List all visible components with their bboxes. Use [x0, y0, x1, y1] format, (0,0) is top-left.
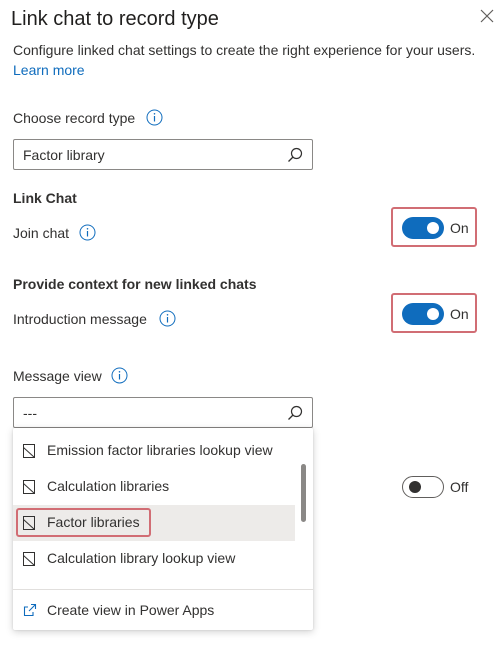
dropdown-option-label: Emission factor libraries lookup view: [47, 442, 273, 458]
hidden-setting-toggle[interactable]: [402, 476, 444, 498]
toggle-knob: [409, 481, 421, 493]
join-chat-label: Join chat: [13, 225, 70, 241]
message-view-input[interactable]: ---: [13, 397, 313, 428]
learn-more-link[interactable]: Learn more: [13, 60, 85, 80]
join-chat-toggle[interactable]: [402, 217, 444, 239]
info-icon[interactable]: [79, 224, 96, 241]
info-icon[interactable]: [159, 310, 176, 327]
dropdown-option-label: Factor libraries: [47, 514, 140, 530]
search-icon[interactable]: [286, 146, 304, 164]
intro-message-state: On: [450, 306, 469, 322]
dropdown-option-label: Calculation libraries: [47, 478, 170, 494]
link-chat-heading: Link Chat: [13, 190, 77, 206]
view-icon: [23, 552, 35, 566]
open-external-icon: [23, 603, 37, 617]
intro-message-toggle[interactable]: [402, 303, 444, 325]
create-view-label: Create view in Power Apps: [47, 602, 215, 618]
toggle-knob: [427, 308, 439, 320]
view-icon: [23, 444, 35, 458]
panel-title: Link chat to record type: [11, 8, 219, 30]
dropdown-option[interactable]: Calculation libraries: [13, 469, 295, 505]
context-heading: Provide context for new linked chats: [13, 276, 257, 292]
record-type-value: Factor library: [23, 147, 105, 163]
info-icon[interactable]: [146, 109, 163, 126]
close-icon[interactable]: [479, 8, 495, 24]
intro-message-label: Introduction message: [13, 311, 147, 327]
message-view-value: ---: [23, 405, 37, 421]
view-icon: [23, 480, 35, 494]
dropdown-scrollbar[interactable]: [301, 464, 306, 522]
info-icon[interactable]: [111, 367, 128, 384]
message-view-label: Message view: [13, 368, 102, 384]
record-type-input[interactable]: Factor library: [13, 139, 313, 170]
dropdown-option[interactable]: Emission factor libraries lookup view: [13, 433, 295, 469]
dropdown-option-selected[interactable]: Factor libraries: [13, 505, 295, 541]
panel-description: Configure linked chat settings to create…: [13, 42, 476, 58]
hidden-setting-state: Off: [450, 479, 469, 495]
view-icon: [23, 516, 35, 530]
dropdown-option-label: Calculation library lookup view: [47, 550, 236, 566]
create-view-button[interactable]: Create view in Power Apps: [13, 589, 313, 630]
join-chat-state: On: [450, 220, 469, 236]
dropdown-option[interactable]: Calculation library lookup view: [13, 541, 295, 577]
toggle-knob: [427, 222, 439, 234]
message-view-dropdown: Emission factor libraries lookup view Ca…: [13, 428, 313, 630]
record-type-label: Choose record type: [13, 110, 136, 126]
search-icon[interactable]: [286, 404, 304, 422]
